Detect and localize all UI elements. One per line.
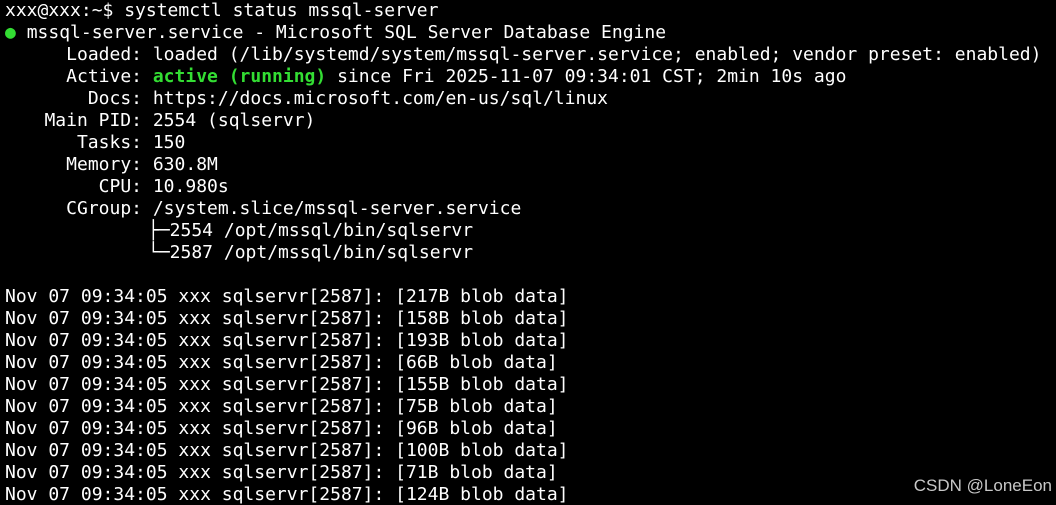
- docs-line: Docs: https://docs.microsoft.com/en-us/s…: [0, 88, 1056, 110]
- mainpid-value: 2554 (sqlservr): [152, 110, 316, 131]
- loaded-label: Loaded:: [66, 44, 142, 65]
- cpu-label: CPU:: [98, 176, 142, 197]
- log-line: Nov 07 09:34:05 xxx sqlservr[2587]: [217…: [5, 286, 569, 307]
- memory-label: Memory:: [66, 154, 142, 175]
- mainpid-line: Main PID: 2554 (sqlservr): [0, 110, 1056, 132]
- cgroup-tree-item: ├─2554 /opt/mssql/bin/sqlservr: [0, 220, 1056, 242]
- cpu-value: 10.980s: [152, 176, 229, 197]
- tasks-label: Tasks:: [76, 132, 142, 153]
- cgroup-tree-process: ├─2554 /opt/mssql/bin/sqlservr: [148, 220, 474, 241]
- memory-line: Memory: 630.8M: [0, 154, 1056, 176]
- active-line: Active: active (running) since Fri 2025-…: [0, 66, 1056, 88]
- log-line: Nov 07 09:34:05 xxx sqlservr[2587]: [124…: [5, 484, 569, 505]
- cgroup-tree-item: └─2587 /opt/mssql/bin/sqlservr: [0, 242, 1056, 264]
- log-line: Nov 07 09:34:05 xxx sqlservr[2587]: [158…: [5, 308, 569, 329]
- memory-value: 630.8M: [152, 154, 218, 175]
- tasks-line: Tasks: 150: [0, 132, 1056, 154]
- active-label: Active:: [66, 66, 142, 87]
- watermark: CSDN @LoneEon: [913, 476, 1052, 495]
- active-since: since Fri 2025-11-07 09:34:01 CST; 2min …: [326, 66, 847, 87]
- log-line: Nov 07 09:34:05 xxx sqlservr[2587]: [66B…: [5, 352, 558, 373]
- log-line: Nov 07 09:34:05 xxx sqlservr[2587]: [75B…: [5, 396, 558, 417]
- docs-value: https://docs.microsoft.com/en-us/sql/lin…: [152, 88, 608, 109]
- service-header-line: ● mssql-server.service - Microsoft SQL S…: [0, 22, 1056, 44]
- log-line: Nov 07 09:34:05 xxx sqlservr[2587]: [71B…: [5, 462, 558, 483]
- tasks-value: 150: [152, 132, 186, 153]
- log-line: Nov 07 09:34:05 xxx sqlservr[2587]: [100…: [5, 440, 569, 461]
- cgroup-value: /system.slice/mssql-server.service: [152, 198, 522, 219]
- log-line: Nov 07 09:34:05 xxx sqlservr[2587]: [155…: [5, 374, 569, 395]
- loaded-line: Loaded: loaded (/lib/systemd/system/mssq…: [0, 44, 1056, 66]
- command-prompt-line: xxx@xxx:~$ systemctl status mssql-server: [5, 0, 439, 21]
- cpu-line: CPU: 10.980s: [0, 176, 1056, 198]
- terminal-window[interactable]: xxx@xxx:~$ systemctl status mssql-server…: [0, 0, 1056, 505]
- cgroup-label: CGroup:: [66, 198, 142, 219]
- log-line: Nov 07 09:34:05 xxx sqlservr[2587]: [193…: [5, 330, 569, 351]
- cgroup-tree-process: └─2587 /opt/mssql/bin/sqlservr: [148, 242, 474, 263]
- docs-label: Docs:: [87, 88, 142, 109]
- active-state: active (running): [152, 66, 327, 87]
- status-dot-icon: ●: [5, 22, 16, 43]
- mainpid-label: Main PID:: [44, 110, 142, 131]
- cgroup-line: CGroup: /system.slice/mssql-server.servi…: [0, 198, 1056, 220]
- service-header: mssql-server.service - Microsoft SQL Ser…: [26, 22, 667, 43]
- loaded-value: loaded (/lib/systemd/system/mssql-server…: [152, 44, 1042, 65]
- log-line: Nov 07 09:34:05 xxx sqlservr[2587]: [96B…: [5, 418, 558, 439]
